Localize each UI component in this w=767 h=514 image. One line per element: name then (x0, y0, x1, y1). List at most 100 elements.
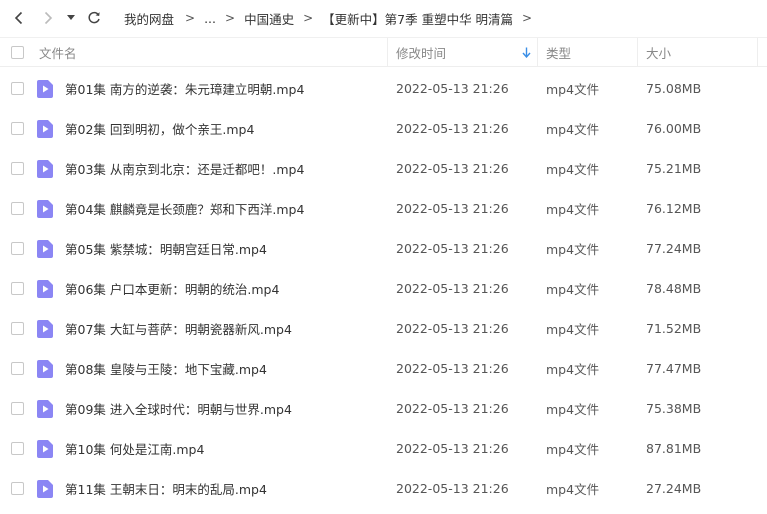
sort-desc-icon[interactable] (522, 38, 531, 67)
row-checkbox[interactable] (11, 122, 24, 135)
column-divider[interactable] (757, 38, 758, 67)
row-checkbox[interactable] (11, 202, 24, 215)
file-type: mp4文件 (546, 241, 600, 257)
breadcrumb-item-root[interactable]: 我的网盘 (124, 9, 174, 28)
video-file-icon (37, 80, 53, 98)
file-modified: 2022-05-13 21:26 (396, 280, 509, 296)
file-type: mp4文件 (546, 361, 600, 377)
video-file-icon (37, 120, 53, 138)
file-name[interactable]: 第07集 大缸与菩萨：明朝瓷器新风.mp4 (65, 308, 292, 348)
chevron-left-icon (14, 11, 23, 25)
file-type: mp4文件 (546, 161, 600, 177)
file-row[interactable]: 第06集 户口本更新：明朝的统治.mp4 2022-05-13 21:26 mp… (0, 268, 767, 308)
file-type: mp4文件 (546, 281, 600, 297)
file-type: mp4文件 (546, 121, 600, 137)
row-checkbox[interactable] (11, 322, 24, 335)
back-button[interactable] (8, 8, 30, 28)
file-size: 87.81MB (646, 440, 702, 456)
row-checkbox[interactable] (11, 162, 24, 175)
file-modified: 2022-05-13 21:26 (396, 400, 509, 416)
video-file-icon (37, 160, 53, 178)
file-name[interactable]: 第10集 何处是江南.mp4 (65, 428, 204, 468)
history-dropdown-button[interactable] (62, 8, 80, 28)
row-checkbox[interactable] (11, 282, 24, 295)
row-checkbox[interactable] (11, 242, 24, 255)
file-name[interactable]: 第01集 南方的逆袭：朱元璋建立明朝.mp4 (65, 68, 304, 108)
file-name[interactable]: 第08集 皇陵与王陵：地下宝藏.mp4 (65, 348, 267, 388)
caret-down-icon (67, 15, 75, 20)
breadcrumb-separator: > (522, 11, 533, 25)
file-name[interactable]: 第04集 麒麟竟是长颈鹿？郑和下西洋.mp4 (65, 188, 304, 228)
file-size: 77.47MB (646, 360, 702, 376)
file-size: 75.38MB (646, 400, 702, 416)
file-modified: 2022-05-13 21:26 (396, 200, 509, 216)
column-header-type[interactable]: 类型 (546, 38, 571, 67)
forward-button[interactable] (37, 8, 59, 28)
refresh-icon (88, 11, 100, 24)
row-checkbox[interactable] (11, 362, 24, 375)
file-size: 75.21MB (646, 160, 702, 176)
column-header-name[interactable]: 文件名 (39, 38, 77, 67)
column-header-size[interactable]: 大小 (646, 38, 671, 67)
file-modified: 2022-05-13 21:26 (396, 360, 509, 376)
toolbar: 我的网盘 > ... > 中国通史 > 【更新中】第7季 重塑中华 明清篇 > (0, 0, 767, 36)
file-type: mp4文件 (546, 401, 600, 417)
video-file-icon (37, 200, 53, 218)
file-modified: 2022-05-13 21:26 (396, 120, 509, 136)
column-header-modified[interactable]: 修改时间 (396, 38, 446, 67)
breadcrumb-item-ellipsis[interactable]: ... (204, 11, 216, 26)
file-row[interactable]: 第10集 何处是江南.mp4 2022-05-13 21:26 mp4文件 87… (0, 428, 767, 468)
file-row[interactable]: 第03集 从南京到北京：还是迁都吧！.mp4 2022-05-13 21:26 … (0, 148, 767, 188)
row-checkbox[interactable] (11, 82, 24, 95)
column-divider[interactable] (387, 38, 388, 67)
file-row[interactable]: 第05集 紫禁城：明朝宫廷日常.mp4 2022-05-13 21:26 mp4… (0, 228, 767, 268)
file-type: mp4文件 (546, 321, 600, 337)
column-divider[interactable] (637, 38, 638, 67)
breadcrumb-separator: > (225, 11, 236, 25)
file-name[interactable]: 第09集 进入全球时代：明朝与世界.mp4 (65, 388, 292, 428)
video-file-icon (37, 400, 53, 418)
file-modified: 2022-05-13 21:26 (396, 440, 509, 456)
file-modified: 2022-05-13 21:26 (396, 80, 509, 96)
video-file-icon (37, 320, 53, 338)
file-row[interactable]: 第08集 皇陵与王陵：地下宝藏.mp4 2022-05-13 21:26 mp4… (0, 348, 767, 388)
file-modified: 2022-05-13 21:26 (396, 160, 509, 176)
breadcrumb-item-folder[interactable]: 中国通史 (244, 9, 294, 28)
video-file-icon (37, 480, 53, 498)
file-modified: 2022-05-13 21:26 (396, 320, 509, 336)
file-row[interactable]: 第01集 南方的逆袭：朱元璋建立明朝.mp4 2022-05-13 21:26 … (0, 68, 767, 108)
file-row[interactable]: 第09集 进入全球时代：明朝与世界.mp4 2022-05-13 21:26 m… (0, 388, 767, 428)
refresh-button[interactable] (83, 8, 105, 28)
video-file-icon (37, 240, 53, 258)
row-checkbox[interactable] (11, 482, 24, 495)
row-checkbox[interactable] (11, 442, 24, 455)
file-size: 76.00MB (646, 120, 702, 136)
file-type: mp4文件 (546, 81, 600, 97)
file-row[interactable]: 第04集 麒麟竟是长颈鹿？郑和下西洋.mp4 2022-05-13 21:26 … (0, 188, 767, 228)
file-size: 71.52MB (646, 320, 702, 336)
file-name[interactable]: 第05集 紫禁城：明朝宫廷日常.mp4 (65, 228, 267, 268)
file-name[interactable]: 第11集 王朝末日：明末的乱局.mp4 (65, 468, 267, 508)
video-file-icon (37, 440, 53, 458)
breadcrumb-separator: > (185, 11, 196, 25)
video-file-icon (37, 280, 53, 298)
file-size: 77.24MB (646, 240, 702, 256)
file-size: 76.12MB (646, 200, 702, 216)
file-size: 75.08MB (646, 80, 702, 96)
row-checkbox[interactable] (11, 402, 24, 415)
select-all-checkbox[interactable] (11, 46, 24, 59)
chevron-right-icon (44, 11, 53, 25)
file-size: 78.48MB (646, 280, 702, 296)
file-name[interactable]: 第02集 回到明初，做个亲王.mp4 (65, 108, 254, 148)
file-name[interactable]: 第06集 户口本更新：明朝的统治.mp4 (65, 268, 279, 308)
column-divider[interactable] (537, 38, 538, 67)
video-file-icon (37, 360, 53, 378)
file-type: mp4文件 (546, 441, 600, 457)
file-row[interactable]: 第07集 大缸与菩萨：明朝瓷器新风.mp4 2022-05-13 21:26 m… (0, 308, 767, 348)
file-modified: 2022-05-13 21:26 (396, 480, 509, 496)
file-name[interactable]: 第03集 从南京到北京：还是迁都吧！.mp4 (65, 148, 304, 188)
breadcrumb-item-current[interactable]: 【更新中】第7季 重塑中华 明清篇 (322, 9, 513, 28)
file-type: mp4文件 (546, 481, 600, 497)
file-row[interactable]: 第02集 回到明初，做个亲王.mp4 2022-05-13 21:26 mp4文… (0, 108, 767, 148)
file-row[interactable]: 第11集 王朝末日：明末的乱局.mp4 2022-05-13 21:26 mp4… (0, 468, 767, 508)
